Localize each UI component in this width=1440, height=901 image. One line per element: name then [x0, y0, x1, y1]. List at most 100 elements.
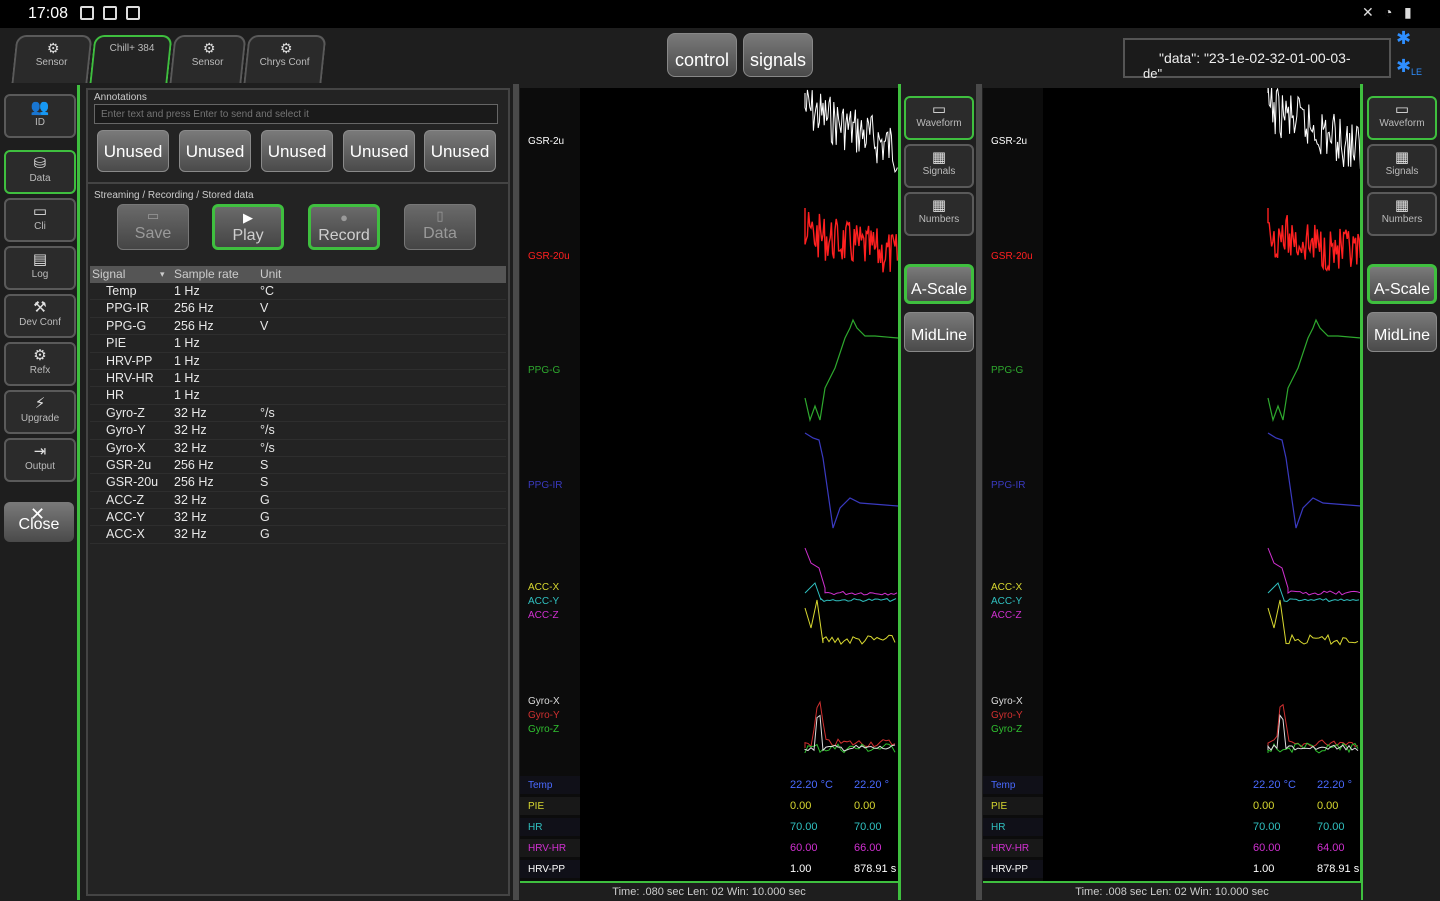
record-button-label: Record — [318, 227, 370, 244]
tab-chrys-conf[interactable]: ⚙ Chrys Conf — [243, 35, 327, 83]
save-button[interactable]: ▭ Save — [117, 204, 189, 250]
number-value: 0.00 — [854, 800, 875, 812]
sidebar-item-dev-conf[interactable]: ⚒ Dev Conf — [4, 294, 76, 338]
unit: G — [260, 510, 270, 525]
midline-button[interactable]: MidLine — [1367, 312, 1437, 352]
sidebar-item-upgrade[interactable]: ⚡ Upgrade — [4, 390, 76, 434]
battery-icon: ▮ — [1404, 4, 1412, 20]
status-bar — [0, 0, 1440, 28]
number-value: 22.20 °C — [790, 779, 833, 791]
sidebar-item-output[interactable]: ⇥ Output — [4, 438, 76, 482]
table-row[interactable]: HR 1 Hz — [90, 387, 506, 405]
table-row[interactable]: Gyro-X 32 Hz °/s — [90, 440, 506, 457]
signal-name: PPG-G — [106, 318, 147, 333]
channel-label: ACC-Y — [528, 596, 559, 607]
wifi-icon: ◔ — [1384, 4, 1393, 20]
number-value: 60.00 — [790, 842, 818, 854]
header-signal[interactable]: Signal — [92, 267, 125, 281]
tab-sensor-2[interactable]: ⚙ Sensor — [169, 35, 247, 83]
number-value: 70.00 — [854, 821, 882, 833]
signal-name: HRV-PP — [106, 353, 153, 368]
table-row[interactable]: ACC-Y 32 Hz G — [90, 509, 506, 527]
streaming-label: Streaming / Recording / Stored data — [94, 190, 254, 201]
table-row[interactable]: HRV-PP 1 Hz — [90, 353, 506, 370]
plot-border — [976, 84, 982, 900]
table-row[interactable]: HRV-HR 1 Hz — [90, 370, 506, 388]
tab-numbers[interactable]: ▦ Numbers — [1367, 192, 1437, 236]
record-button[interactable]: ● Record — [308, 204, 380, 250]
number-value: 878.91 s — [854, 863, 897, 875]
number-value: 60.00 — [1253, 842, 1281, 854]
table-row[interactable]: Gyro-Z 32 Hz °/s — [90, 405, 506, 423]
table-row[interactable]: Gyro-Y 32 Hz °/s — [90, 422, 506, 440]
ppg-g-trace — [804, 318, 899, 423]
ppg-ir-trace — [804, 432, 899, 529]
sidebar-item-log[interactable]: ▤ Log — [4, 246, 76, 290]
sidebar-item-refx[interactable]: ⚙ Refx — [4, 342, 76, 386]
channel-label: ACC-Y — [991, 596, 1022, 607]
table-row[interactable]: Temp 1 Hz °C — [90, 283, 506, 301]
gsr-2u-trace — [804, 89, 898, 174]
plot-border — [898, 84, 901, 900]
control-button[interactable]: control — [667, 33, 737, 77]
table-row[interactable]: ACC-Z 32 Hz G — [90, 492, 506, 510]
image-icon — [80, 6, 94, 20]
table-row[interactable]: GSR-2u 256 Hz S — [90, 457, 506, 475]
unit: G — [260, 492, 270, 507]
annotation-input[interactable] — [94, 104, 498, 124]
number-label: PIE — [528, 801, 544, 812]
tab-label: Waveform — [916, 118, 962, 129]
number-value: 70.00 — [1253, 821, 1281, 833]
signals-button[interactable]: signals — [743, 33, 813, 77]
a-scale-button[interactable]: A-Scale — [904, 264, 974, 304]
number-label: PIE — [991, 801, 1007, 812]
number-label: HRV-HR — [991, 843, 1029, 854]
tab-label: Signals — [922, 166, 956, 177]
annotation-button-1[interactable]: Unused — [97, 130, 169, 172]
channel-label: GSR-20u — [528, 251, 570, 262]
tab-sensor[interactable]: ⚙ Sensor — [11, 35, 93, 83]
tab-signals[interactable]: ▦ Signals — [904, 144, 974, 188]
waveform-plot-2[interactable]: GSR-2u GSR-20u PPG-G PPG-IR ACC-X ACC-Y ACC-Z G… — [983, 83, 1362, 881]
table-row[interactable]: GSR-20u 256 Hz S — [90, 474, 506, 492]
data-file-field[interactable]: "data": "23-1e-02-32-01-00-03- — [1123, 38, 1391, 78]
unit: V — [260, 301, 269, 316]
tab-numbers[interactable]: ▦ Numbers — [904, 192, 974, 236]
tab-device[interactable]: Chill+ 384 — [89, 35, 173, 83]
annotation-button-2[interactable]: Unused — [179, 130, 251, 172]
annotation-button-5[interactable]: Unused — [424, 130, 496, 172]
data-button[interactable]: ▯ Data — [404, 204, 476, 250]
annotation-button-3[interactable]: Unused — [261, 130, 333, 172]
sidebar-item-label: Data — [29, 173, 51, 184]
table-row[interactable]: PPG-G 256 Hz V — [90, 318, 506, 336]
midline-button[interactable]: MidLine — [904, 312, 974, 352]
header-unit[interactable]: Unit — [260, 267, 281, 281]
close-icon: ✕ — [30, 504, 46, 524]
sidebar-item-id[interactable]: 👥 ID — [4, 94, 76, 138]
signal-name: Temp — [106, 284, 137, 298]
sidebar-item-data[interactable]: ⛁ Data — [4, 150, 76, 194]
sample-rate: 1 Hz — [174, 284, 200, 298]
channel-label: Gyro-X — [991, 696, 1023, 707]
waveform-plot-1[interactable]: GSR-2u GSR-20u PPG-G PPG-IR ACC-X ACC-Y ACC-Z G… — [520, 88, 899, 881]
signal-name: PIE — [106, 336, 127, 351]
sidebar-item-cli[interactable]: ▭ Cli — [4, 198, 76, 242]
tab-label: Sensor — [35, 57, 68, 68]
tab-waveform[interactable]: ▭ Waveform — [1367, 96, 1437, 140]
tab-label: Chrys Conf — [259, 57, 310, 68]
tab-signals[interactable]: ▦ Signals — [1367, 144, 1437, 188]
play-button[interactable]: ▶ Play — [212, 204, 284, 250]
header-sample-rate[interactable]: Sample rate — [174, 267, 239, 281]
annotation-button-4[interactable]: Unused — [343, 130, 415, 172]
tab-waveform[interactable]: ▭ Waveform — [904, 96, 974, 140]
a-scale-button[interactable]: A-Scale — [1367, 264, 1437, 304]
tab-label: Signals — [1385, 166, 1419, 177]
table-row[interactable]: ACC-X 32 Hz G — [90, 526, 506, 544]
signal-name: ACC-Y — [106, 510, 145, 525]
sidebar-divider — [77, 85, 80, 900]
unit: S — [260, 475, 269, 490]
gsr-2u-trace — [1267, 83, 1361, 169]
table-row[interactable]: PIE 1 Hz — [90, 335, 506, 353]
table-row[interactable]: PPG-IR 256 Hz V — [90, 300, 506, 318]
channel-label: PPG-G — [991, 365, 1023, 376]
